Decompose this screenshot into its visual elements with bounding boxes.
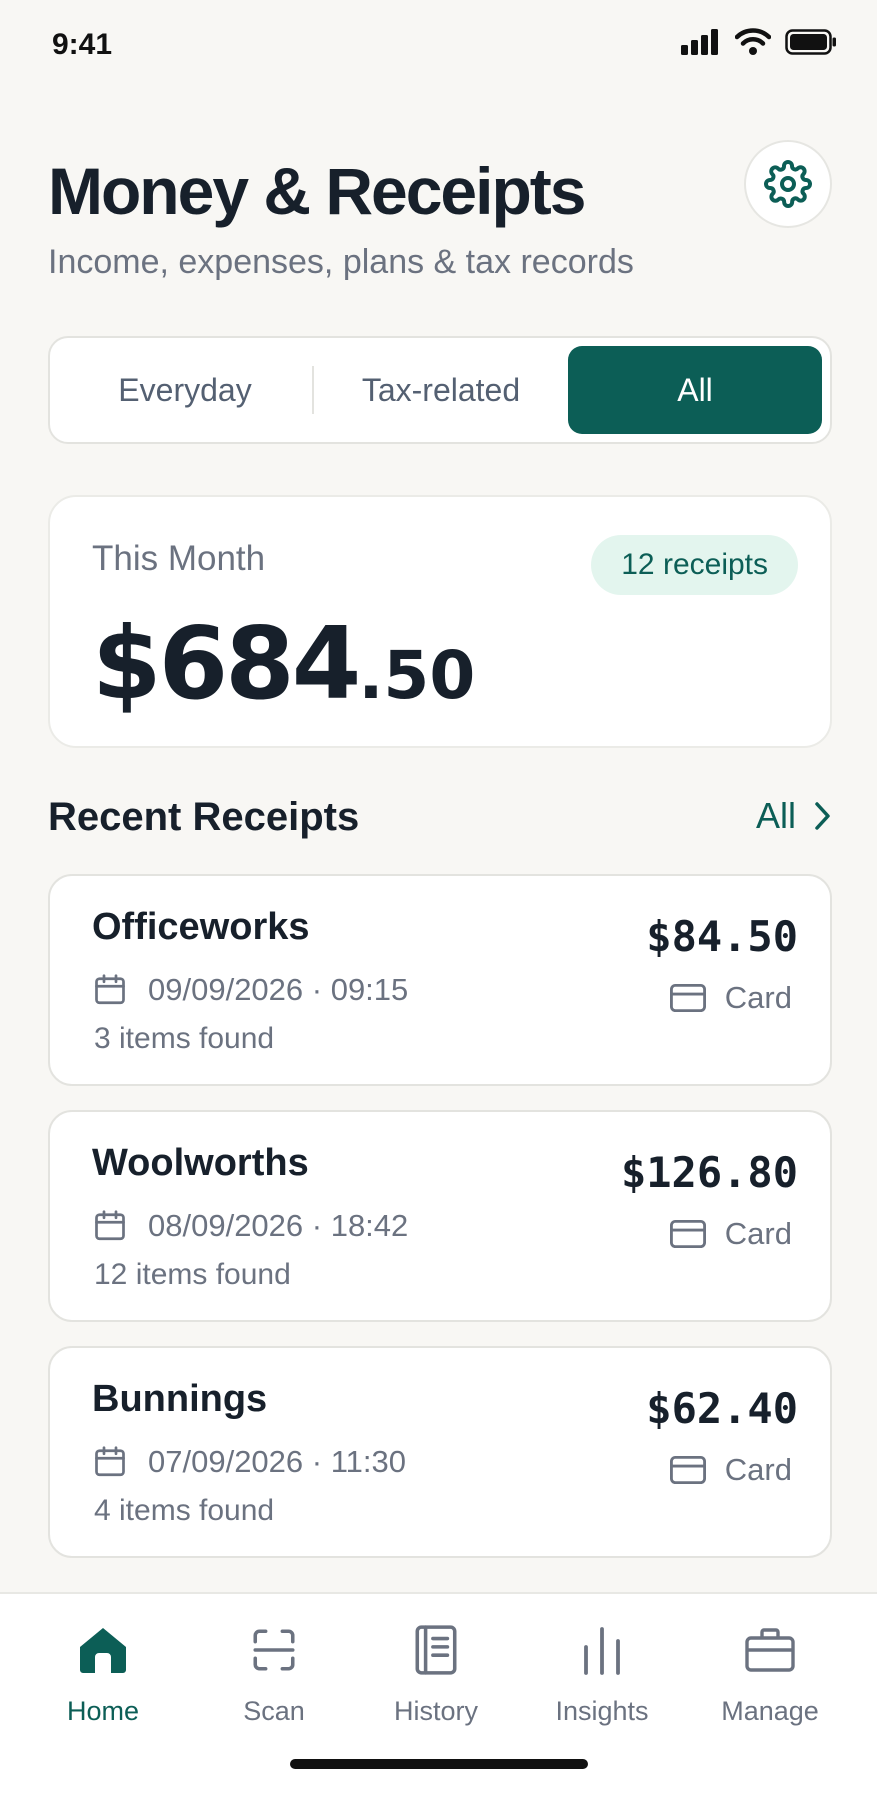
receipt-date: 07/09/2026 · 11:30 xyxy=(148,1444,406,1479)
gear-icon xyxy=(764,160,812,208)
merchant-name: Woolworths xyxy=(92,1142,309,1184)
tab-scan[interactable]: Scan xyxy=(194,1622,354,1727)
tab-label: History xyxy=(393,1696,478,1726)
section-title: Recent Receipts xyxy=(48,795,360,839)
receipt-card[interactable]: Officeworks 09/09/2026 · 09:15 3 items f… xyxy=(48,874,832,1086)
payment-method: Card xyxy=(669,1452,792,1488)
payment-method: Card xyxy=(669,980,792,1016)
payment-label: Card xyxy=(724,1216,792,1251)
tab-label: Home xyxy=(66,1696,140,1726)
payment-label: Card xyxy=(724,1452,792,1487)
insights-icon xyxy=(580,1622,624,1678)
status-icons xyxy=(681,28,837,56)
payment-method: Card xyxy=(669,1216,792,1252)
filter-segmented-control: Everyday Tax-related All xyxy=(48,336,832,444)
tab-label: Insights xyxy=(555,1696,649,1726)
battery-icon xyxy=(785,29,836,55)
items-found: 3 items found xyxy=(94,1022,275,1055)
home-icon xyxy=(77,1622,129,1678)
wifi-icon xyxy=(735,28,771,55)
tab-home[interactable]: Home xyxy=(23,1622,183,1727)
receipt-amount: $62.40 xyxy=(646,1384,798,1433)
recent-receipts-header: Recent Receipts All xyxy=(48,795,832,845)
items-found: 4 items found xyxy=(94,1494,275,1527)
tab-manage[interactable]: Manage xyxy=(690,1622,850,1727)
receipt-date: 08/09/2026 · 18:42 xyxy=(148,1208,409,1243)
segment-everyday[interactable]: Everyday xyxy=(58,346,312,434)
receipt-card[interactable]: Woolworths 08/09/2026 · 18:42 12 items f… xyxy=(48,1110,832,1322)
segment-tax-related[interactable]: Tax-related xyxy=(314,346,568,434)
payment-label: Card xyxy=(724,980,792,1015)
calendar-icon xyxy=(95,974,125,1005)
see-all-label: All xyxy=(755,795,796,836)
signal-icon xyxy=(681,29,718,55)
briefcase-icon xyxy=(744,1622,796,1678)
summary-label: This Month xyxy=(92,539,266,578)
monthly-total: $684 .50 xyxy=(92,605,475,722)
settings-button[interactable] xyxy=(744,140,832,228)
receipt-date: 09/09/2026 · 09:15 xyxy=(148,972,409,1007)
tab-insights[interactable]: Insights xyxy=(522,1622,682,1727)
calendar-icon xyxy=(95,1446,125,1477)
tab-history[interactable]: History xyxy=(356,1622,516,1727)
card-icon xyxy=(669,1219,706,1249)
page-header: Money & Receipts Income, expenses, plans… xyxy=(48,155,838,282)
history-icon xyxy=(413,1622,459,1678)
monthly-summary-card: This Month 12 receipts $684 .50 xyxy=(48,495,832,748)
total-cents: .50 xyxy=(358,637,476,714)
total-dollars: $684 xyxy=(92,605,361,722)
status-time: 9:41 xyxy=(52,28,113,61)
receipt-card[interactable]: Bunnings 07/09/2026 · 11:30 4 items foun… xyxy=(48,1346,832,1558)
see-all-link[interactable]: All xyxy=(756,795,832,837)
calendar-icon xyxy=(95,1210,125,1241)
receipt-count-badge: 12 receipts xyxy=(591,535,798,595)
tab-label: Scan xyxy=(243,1696,305,1726)
receipt-amount: $126.80 xyxy=(620,1148,798,1197)
receipt-date-row: 08/09/2026 · 18:42 xyxy=(92,1208,408,1244)
home-indicator xyxy=(290,1759,588,1769)
items-found: 12 items found xyxy=(94,1258,291,1291)
receipt-date-row: 09/09/2026 · 09:15 xyxy=(92,972,408,1008)
card-icon xyxy=(669,983,706,1013)
card-icon xyxy=(669,1455,706,1485)
segment-all[interactable]: All xyxy=(568,346,822,434)
merchant-name: Bunnings xyxy=(92,1378,268,1420)
receipt-amount: $84.50 xyxy=(646,912,798,961)
merchant-name: Officeworks xyxy=(92,906,310,948)
receipt-date-row: 07/09/2026 · 11:30 xyxy=(92,1444,406,1480)
tab-label: Manage xyxy=(721,1696,819,1726)
status-bar: 9:41 xyxy=(0,0,877,90)
page-subtitle: Income, expenses, plans & tax records xyxy=(48,242,634,281)
scan-icon xyxy=(249,1622,299,1678)
page-title: Money & Receipts xyxy=(48,154,586,228)
chevron-right-icon xyxy=(815,802,830,830)
